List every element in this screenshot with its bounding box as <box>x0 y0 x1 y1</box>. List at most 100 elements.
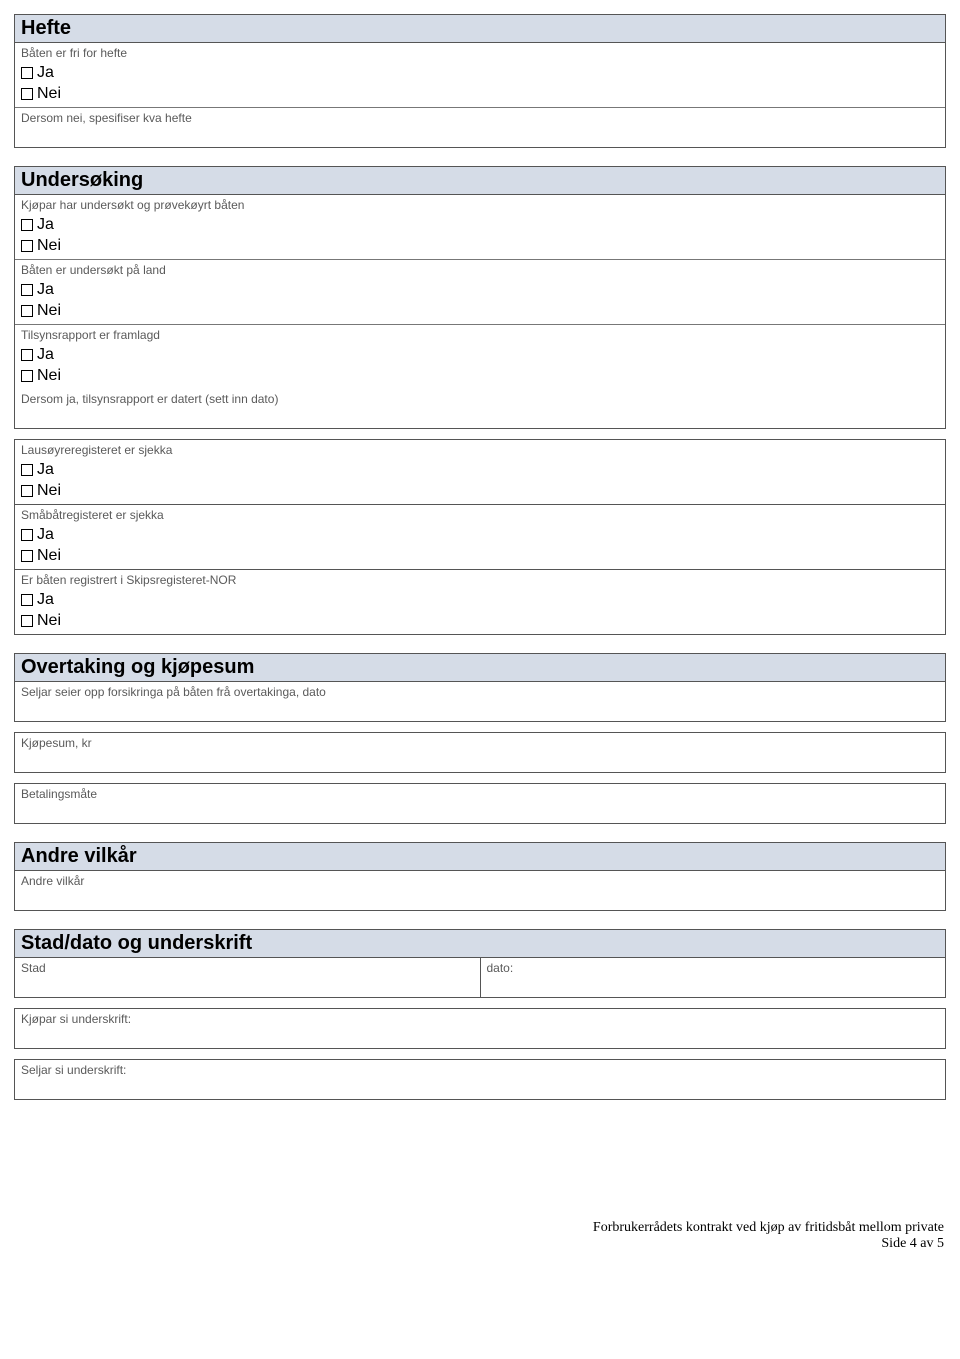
input-andre-vilkar[interactable] <box>21 890 939 908</box>
checkbox-ja[interactable]: Ja <box>21 345 939 365</box>
label-spesifiser-hefte: Dersom nei, spesifiser kva hefte <box>21 110 939 127</box>
footer-line1: Forbrukerrådets kontrakt ved kjøp av fri… <box>14 1220 944 1236</box>
label-q3-date: Dersom ja, tilsynsrapport er datert (set… <box>21 391 939 408</box>
label-kjopesum: Kjøpesum, kr <box>21 735 939 752</box>
checkbox-box-icon <box>21 370 33 382</box>
field-q6: Er båten registrert i Skipsregisteret-NO… <box>14 570 946 635</box>
section-title-signatur: Stad/dato og underskrift <box>15 930 945 958</box>
section-overtaking: Overtaking og kjøpesum Seljar seier opp … <box>14 653 946 824</box>
checkbox-nei[interactable]: Nei <box>21 546 939 566</box>
field-q1: Kjøpar har undersøkt og prøvekøyrt båten… <box>15 195 945 259</box>
checkbox-nei[interactable]: Nei <box>21 481 939 501</box>
field-stad: Stad <box>14 958 481 998</box>
input-dato[interactable] <box>487 977 940 995</box>
option-label: Nei <box>37 84 61 104</box>
input-kjopar-underskrift[interactable] <box>21 1028 939 1046</box>
input-betaling[interactable] <box>21 803 939 821</box>
input-seljar-underskrift[interactable] <box>21 1079 939 1097</box>
checkbox-ja[interactable]: Ja <box>21 280 939 300</box>
label-q3: Tilsynsrapport er framlagd <box>21 327 939 344</box>
checkbox-nei[interactable]: Nei <box>21 611 939 631</box>
section-title-undersoking: Undersøking <box>15 167 945 195</box>
checkbox-ja[interactable]: Ja <box>21 590 939 610</box>
label-kjopar-underskrift: Kjøpar si underskrift: <box>21 1011 939 1028</box>
checkbox-box-icon <box>21 305 33 317</box>
label-fri-for-hefte: Båten er fri for hefte <box>21 45 939 62</box>
option-label: Nei <box>37 236 61 256</box>
option-label: Ja <box>37 590 54 610</box>
checkbox-ja[interactable]: Ja <box>21 215 939 235</box>
option-label: Ja <box>37 63 54 83</box>
checkbox-box-icon <box>21 464 33 476</box>
option-label: Ja <box>37 460 54 480</box>
option-label: Ja <box>37 280 54 300</box>
field-seljar-underskrift: Seljar si underskrift: <box>14 1059 946 1100</box>
field-kjopesum: Kjøpesum, kr <box>14 732 946 773</box>
section-title-overtaking: Overtaking og kjøpesum <box>15 654 945 682</box>
label-q2: Båten er undersøkt på land <box>21 262 939 279</box>
section-hefte: Hefte Båten er fri for hefte Ja Nei Ders… <box>14 14 946 148</box>
checkbox-box-icon <box>21 219 33 231</box>
label-q6: Er båten registrert i Skipsregisteret-NO… <box>21 572 939 589</box>
input-kjopesum[interactable] <box>21 752 939 770</box>
field-kjopar-underskrift: Kjøpar si underskrift: <box>14 1008 946 1049</box>
checkbox-ja[interactable]: Ja <box>21 63 939 83</box>
checkbox-ja[interactable]: Ja <box>21 460 939 480</box>
checkbox-box-icon <box>21 550 33 562</box>
section-undersoking: Undersøking Kjøpar har undersøkt og prøv… <box>14 166 946 635</box>
section-andre-vilkar: Andre vilkår Andre vilkår <box>14 842 946 911</box>
input-stad[interactable] <box>21 977 474 995</box>
field-betaling: Betalingsmåte <box>14 783 946 824</box>
field-dato: dato: <box>480 958 947 998</box>
option-label: Nei <box>37 611 61 631</box>
checkbox-box-icon <box>21 529 33 541</box>
checkbox-box-icon <box>21 485 33 497</box>
label-betaling: Betalingsmåte <box>21 786 939 803</box>
label-stad: Stad <box>21 960 474 977</box>
label-q1: Kjøpar har undersøkt og prøvekøyrt båten <box>21 197 939 214</box>
field-q2: Båten er undersøkt på land Ja Nei <box>15 259 945 324</box>
section-title-hefte: Hefte <box>15 15 945 43</box>
checkbox-nei[interactable]: Nei <box>21 366 939 386</box>
option-label: Nei <box>37 366 61 386</box>
option-label: Ja <box>37 525 54 545</box>
checkbox-nei[interactable]: Nei <box>21 301 939 321</box>
label-dato: dato: <box>487 960 940 977</box>
section-title-andre: Andre vilkår <box>15 843 945 871</box>
option-label: Nei <box>37 546 61 566</box>
field-spesifiser-hefte: Dersom nei, spesifiser kva hefte <box>15 107 945 147</box>
row-stad-dato: Stad dato: <box>14 958 946 998</box>
label-seljar-underskrift: Seljar si underskrift: <box>21 1062 939 1079</box>
option-label: Nei <box>37 301 61 321</box>
field-fri-for-hefte: Båten er fri for hefte Ja Nei <box>15 43 945 107</box>
page-footer: Forbrukerrådets kontrakt ved kjøp av fri… <box>14 1220 946 1252</box>
checkbox-box-icon <box>21 67 33 79</box>
option-label: Ja <box>37 345 54 365</box>
label-q4: Lausøyreregisteret er sjekka <box>21 442 939 459</box>
footer-line2: Side 4 av 5 <box>14 1236 944 1252</box>
checkbox-box-icon <box>21 594 33 606</box>
input-forsikring[interactable] <box>21 701 939 719</box>
checkbox-nei[interactable]: Nei <box>21 236 939 256</box>
label-forsikring: Seljar seier opp forsikringa på båten fr… <box>21 684 939 701</box>
input-spesifiser-hefte[interactable] <box>21 127 939 145</box>
checkbox-box-icon <box>21 349 33 361</box>
field-q5: Småbåtregisteret er sjekka Ja Nei <box>14 505 946 570</box>
checkbox-nei[interactable]: Nei <box>21 84 939 104</box>
option-label: Ja <box>37 215 54 235</box>
field-q3-date: Dersom ja, tilsynsrapport er datert (set… <box>14 389 946 429</box>
field-andre-vilkar: Andre vilkår <box>15 871 945 910</box>
field-q3: Tilsynsrapport er framlagd Ja Nei <box>15 324 945 389</box>
input-q3-date[interactable] <box>21 408 939 426</box>
checkbox-box-icon <box>21 88 33 100</box>
checkbox-box-icon <box>21 284 33 296</box>
field-forsikring: Seljar seier opp forsikringa på båten fr… <box>14 682 946 722</box>
field-q4: Lausøyreregisteret er sjekka Ja Nei <box>14 439 946 505</box>
label-q5: Småbåtregisteret er sjekka <box>21 507 939 524</box>
checkbox-box-icon <box>21 615 33 627</box>
option-label: Nei <box>37 481 61 501</box>
checkbox-box-icon <box>21 240 33 252</box>
label-andre-vilkar: Andre vilkår <box>21 873 939 890</box>
checkbox-ja[interactable]: Ja <box>21 525 939 545</box>
section-signatur: Stad/dato og underskrift Stad dato: Kjøp… <box>14 929 946 1100</box>
